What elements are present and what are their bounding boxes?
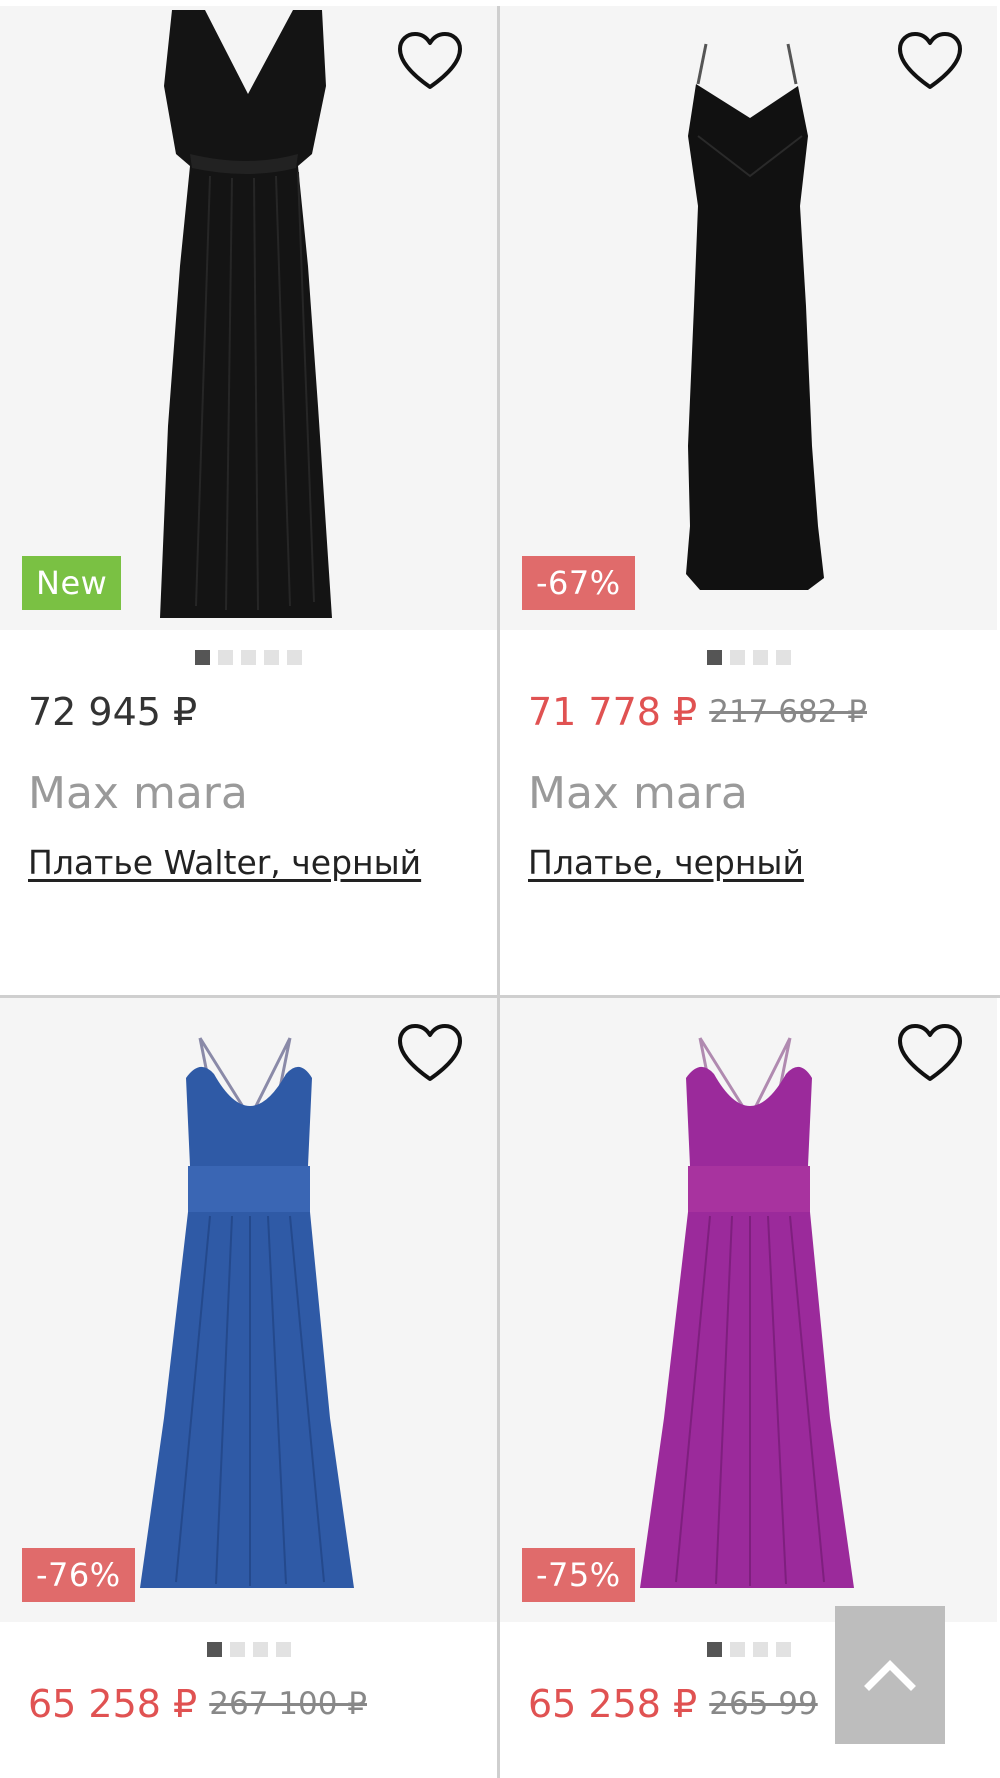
- discount-badge: -76%: [22, 1548, 135, 1602]
- pagination-dot[interactable]: [264, 649, 279, 665]
- current-price: 65 258 ₽: [28, 1682, 198, 1726]
- pagination-dot[interactable]: [195, 649, 210, 665]
- pagination-dot[interactable]: [752, 649, 768, 665]
- pagination-dot[interactable]: [275, 1641, 291, 1657]
- price-row: 72 945 ₽: [28, 684, 497, 740]
- pagination-dot[interactable]: [706, 1641, 722, 1657]
- dress-photo: [640, 1037, 854, 1588]
- favorite-heart-icon[interactable]: [397, 1023, 463, 1083]
- discount-badge: -75%: [522, 1548, 635, 1602]
- dress-photo: [140, 1037, 354, 1588]
- image-pagination: [500, 630, 997, 684]
- pagination-dot[interactable]: [775, 1641, 791, 1657]
- image-pagination: [0, 630, 497, 684]
- brand-name: Max mara: [528, 768, 748, 819]
- product-title-link[interactable]: Платье, черный: [528, 843, 997, 882]
- product-title-link[interactable]: Платье Walter, черный: [28, 843, 497, 882]
- pagination-dot[interactable]: [729, 649, 745, 665]
- pagination-dot[interactable]: [775, 649, 791, 665]
- pagination-dot[interactable]: [287, 649, 302, 665]
- brand-name: Max mara: [28, 768, 248, 819]
- old-price: 217 682 ₽: [709, 694, 867, 730]
- price-row: 65 258 ₽ 267 100 ₽: [28, 1676, 497, 1732]
- product-image[interactable]: -67%: [500, 6, 997, 630]
- product-image[interactable]: -75%: [500, 998, 997, 1622]
- discount-badge: -67%: [522, 556, 635, 610]
- current-price: 72 945 ₽: [28, 690, 198, 734]
- dress-photo: [686, 43, 824, 590]
- old-price: 265 99: [709, 1686, 818, 1722]
- scroll-to-top-button[interactable]: [835, 1606, 945, 1744]
- pagination-dot[interactable]: [706, 649, 722, 665]
- pagination-dot[interactable]: [252, 1641, 268, 1657]
- current-price: 71 778 ₽: [528, 690, 698, 734]
- product-card[interactable]: -76% 65 258 ₽ 267 100 ₽: [0, 998, 497, 1732]
- pagination-dot[interactable]: [241, 649, 256, 665]
- pagination-dot[interactable]: [229, 1641, 245, 1657]
- product-image[interactable]: -76%: [0, 998, 497, 1622]
- product-card[interactable]: -67% 71 778 ₽ 217 682 ₽ Max mara Платье,…: [500, 6, 997, 882]
- price-row: 71 778 ₽ 217 682 ₽: [528, 684, 997, 740]
- old-price: 267 100 ₽: [209, 1686, 367, 1722]
- dress-photo: [160, 10, 332, 618]
- favorite-heart-icon[interactable]: [397, 31, 463, 91]
- pagination-dot[interactable]: [729, 1641, 745, 1657]
- pagination-dot[interactable]: [206, 1641, 222, 1657]
- product-card[interactable]: New 72 945 ₽ Max mara Платье Walter, чер…: [0, 6, 497, 882]
- favorite-heart-icon[interactable]: [897, 1023, 963, 1083]
- current-price: 65 258 ₽: [528, 1682, 698, 1726]
- new-badge: New: [22, 556, 122, 610]
- favorite-heart-icon[interactable]: [897, 31, 963, 91]
- chevron-up-icon: [864, 1660, 916, 1691]
- pagination-dot[interactable]: [752, 1641, 768, 1657]
- pagination-dot[interactable]: [218, 649, 233, 665]
- product-image[interactable]: New: [0, 6, 497, 630]
- image-pagination: [0, 1622, 497, 1676]
- product-grid: New 72 945 ₽ Max mara Платье Walter, чер…: [0, 0, 1000, 1778]
